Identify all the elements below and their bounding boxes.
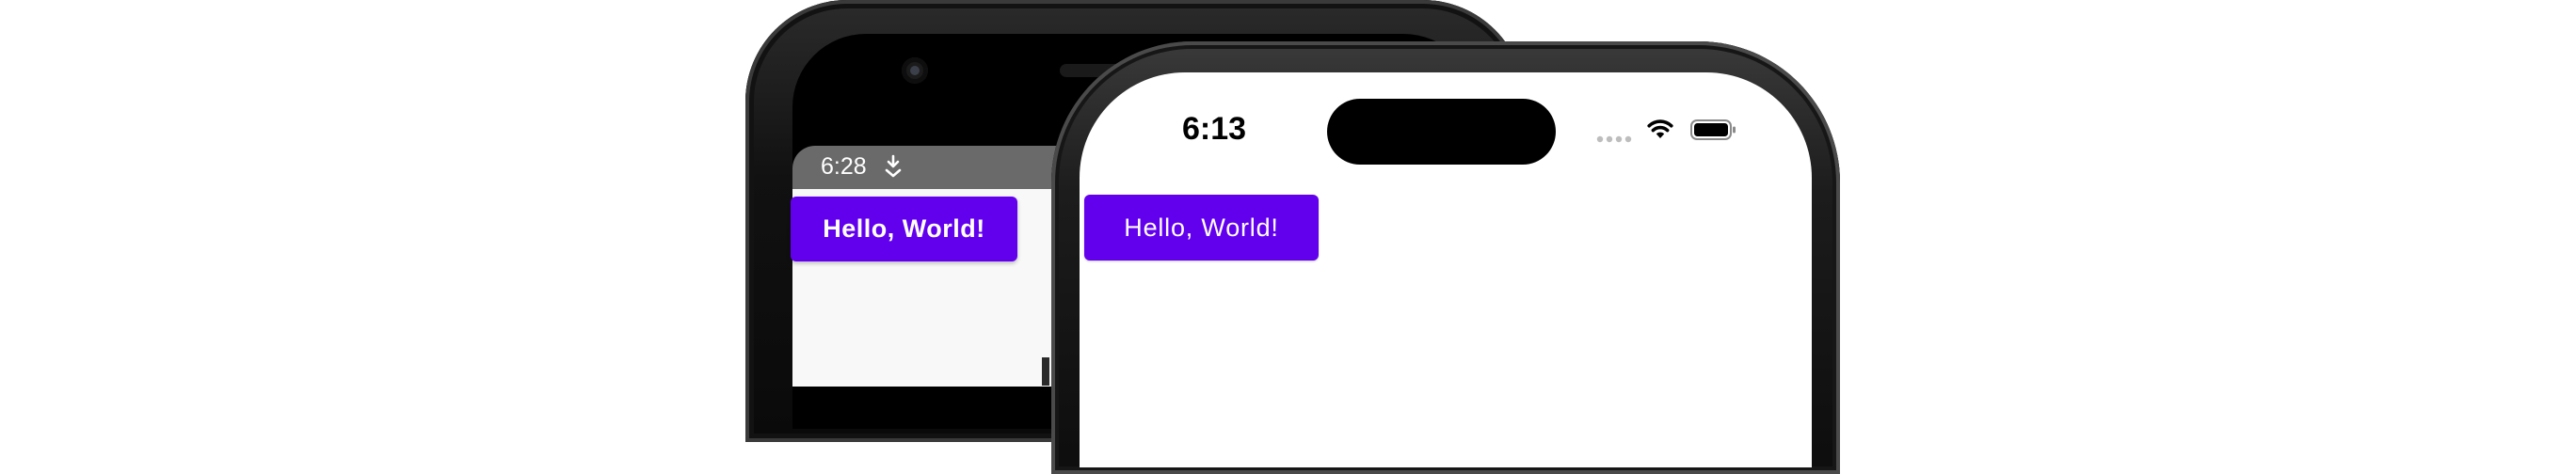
front-camera-icon (902, 57, 928, 84)
ios-hello-world-button[interactable]: Hello, World! (1084, 195, 1319, 261)
cellular-signal-icon (1596, 135, 1632, 143)
dynamic-island (1327, 99, 1556, 165)
iphone-status-time: 6:13 (1182, 111, 1247, 147)
battery-icon (1690, 119, 1736, 140)
android-status-time: 6:28 (821, 153, 867, 180)
wifi-icon (1647, 119, 1673, 138)
android-side-button (1042, 357, 1049, 386)
download-notification-icon (885, 154, 902, 178)
android-hello-world-button[interactable]: Hello, World! (791, 197, 1017, 261)
